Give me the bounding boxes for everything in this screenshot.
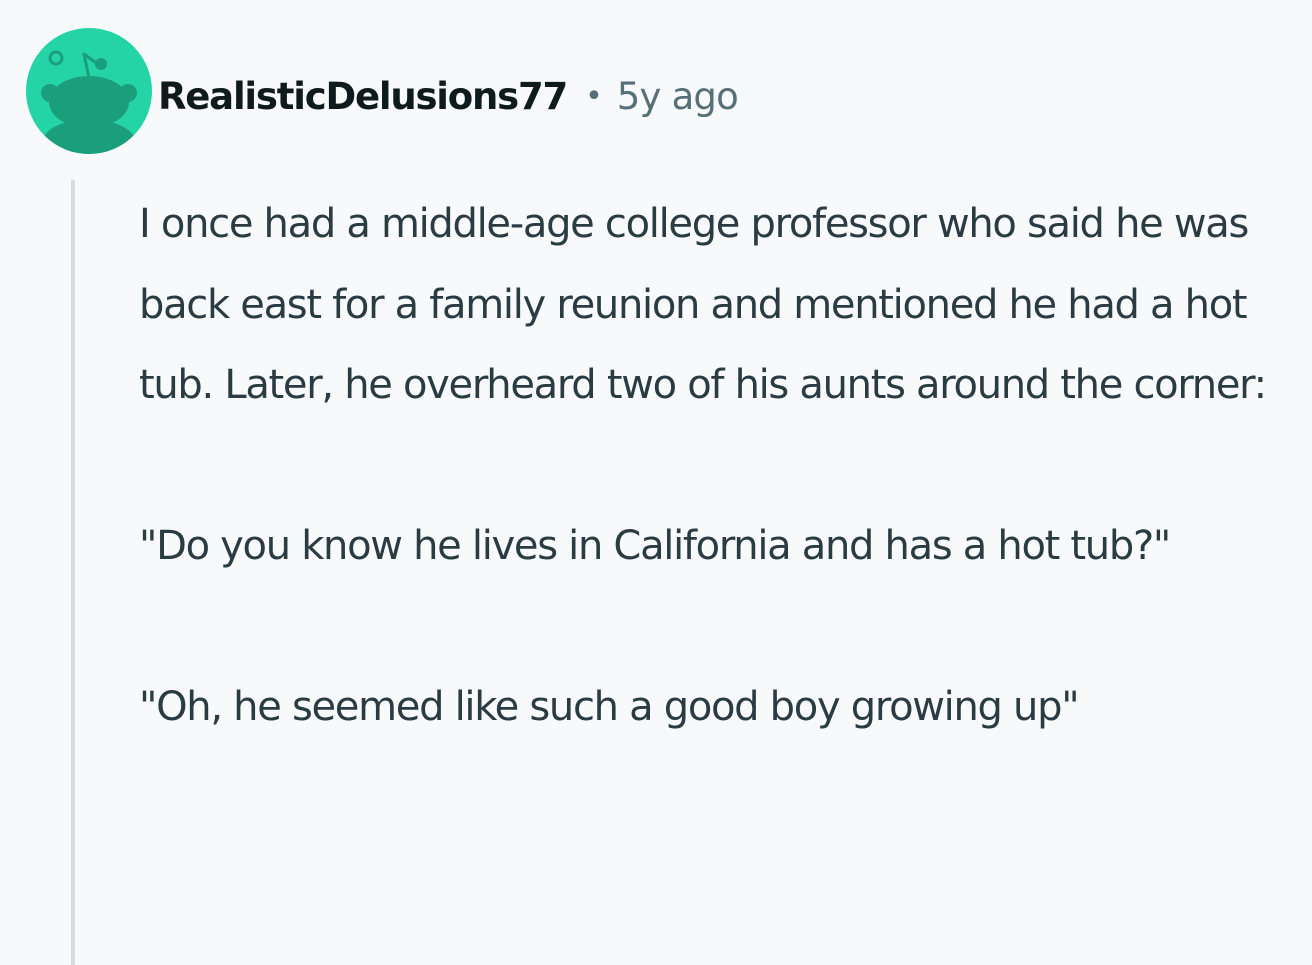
meta-separator: • [585,78,603,114]
comment-timestamp[interactable]: 5y ago [617,75,739,118]
comment-paragraph: "Do you know he lives in California and … [139,523,1171,569]
comment: RealisticDelusions77 • 5y ago I once had… [0,0,1312,965]
comment-paragraph: "Oh, he seemed like such a good boy grow… [139,684,1080,730]
snoo-avatar-icon[interactable] [26,28,152,154]
comment-body: I once had a middle-age college professo… [139,184,1309,748]
comment-paragraph: I once had a middle-age college professo… [139,201,1267,408]
username-link[interactable]: RealisticDelusions77 [158,75,568,118]
comment-header: RealisticDelusions77 • 5y ago [158,66,739,126]
thread-line[interactable] [71,180,75,965]
